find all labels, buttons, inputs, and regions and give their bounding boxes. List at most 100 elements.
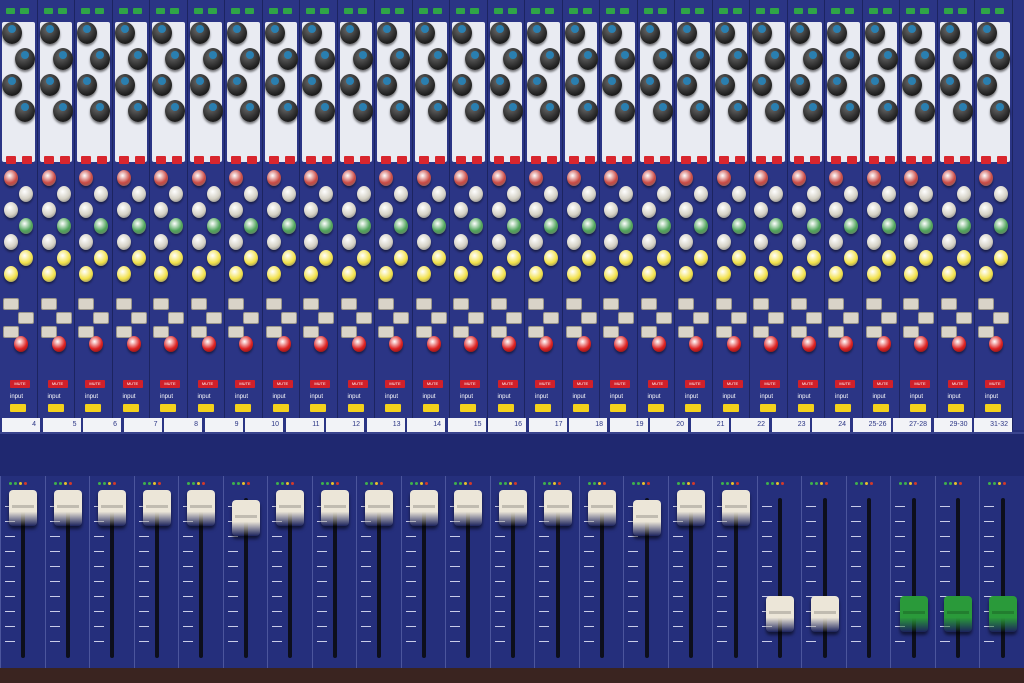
eq-knob[interactable]: [240, 100, 260, 122]
aux-knob[interactable]: [566, 202, 581, 218]
aux-knob[interactable]: [229, 170, 243, 186]
mute-button[interactable]: MUTE: [310, 380, 330, 388]
select-button[interactable]: [47, 404, 64, 412]
aux-knob[interactable]: [229, 202, 243, 218]
channel-strip[interactable]: MUTE input: [525, 0, 563, 430]
routing-switch[interactable]: [903, 298, 919, 310]
channel-strip[interactable]: MUTE input: [825, 0, 863, 430]
aux-knob[interactable]: [641, 202, 656, 218]
eq-knob[interactable]: [2, 74, 22, 96]
aux-knob[interactable]: [431, 250, 446, 266]
routing-switch[interactable]: [40, 298, 57, 310]
routing-switch[interactable]: [265, 298, 282, 310]
eq-knob[interactable]: [765, 100, 785, 122]
channel-fader[interactable]: [632, 500, 661, 536]
aux-knob[interactable]: [904, 266, 918, 282]
select-button[interactable]: [910, 404, 926, 412]
eq-knob[interactable]: [264, 74, 285, 96]
aux-knob[interactable]: [304, 202, 318, 218]
routing-switch[interactable]: [790, 298, 807, 310]
mute-button[interactable]: MUTE: [47, 380, 68, 388]
eq-knob[interactable]: [465, 100, 485, 122]
eq-knob[interactable]: [639, 74, 660, 96]
pan-knob[interactable]: [389, 336, 403, 352]
aux-knob[interactable]: [656, 250, 671, 266]
eq-knob[interactable]: [39, 22, 60, 44]
eq-knob[interactable]: [877, 100, 898, 122]
pan-knob[interactable]: [501, 336, 516, 352]
aux-knob[interactable]: [956, 218, 971, 234]
aux-knob[interactable]: [604, 202, 618, 218]
aux-knob[interactable]: [956, 186, 971, 202]
pan-knob[interactable]: [876, 336, 891, 352]
aux-knob[interactable]: [731, 218, 746, 234]
mute-button[interactable]: MUTE: [10, 380, 30, 388]
aux-knob[interactable]: [356, 250, 371, 266]
routing-switch[interactable]: [940, 326, 957, 338]
aux-knob[interactable]: [581, 250, 596, 266]
aux-knob[interactable]: [469, 250, 483, 266]
aux-knob[interactable]: [619, 250, 633, 266]
aux-knob[interactable]: [829, 234, 843, 250]
aux-knob[interactable]: [169, 250, 183, 266]
pan-knob[interactable]: [314, 336, 328, 352]
pan-knob[interactable]: [801, 336, 816, 352]
aux-knob[interactable]: [116, 202, 131, 218]
eq-knob[interactable]: [577, 100, 598, 122]
select-button[interactable]: [385, 404, 401, 412]
aux-knob[interactable]: [454, 170, 468, 186]
channel-strip[interactable]: MUTE input: [788, 0, 825, 430]
routing-switch[interactable]: [490, 326, 507, 338]
eq-knob[interactable]: [677, 22, 697, 44]
aux-knob[interactable]: [41, 266, 56, 282]
pan-knob[interactable]: [464, 336, 478, 352]
select-button[interactable]: [122, 404, 139, 412]
routing-switch[interactable]: [265, 326, 282, 338]
channel-fader[interactable]: [766, 596, 795, 632]
aux-knob[interactable]: [754, 170, 768, 186]
aux-knob[interactable]: [4, 202, 18, 218]
eq-knob[interactable]: [752, 74, 772, 96]
eq-knob[interactable]: [427, 48, 448, 70]
eq-knob[interactable]: [977, 74, 997, 96]
aux-knob[interactable]: [94, 250, 108, 266]
routing-switch[interactable]: [490, 298, 507, 310]
aux-knob[interactable]: [154, 234, 168, 250]
eq-knob[interactable]: [352, 100, 373, 122]
aux-knob[interactable]: [266, 266, 281, 282]
aux-knob[interactable]: [244, 218, 258, 234]
eq-knob[interactable]: [802, 48, 823, 70]
channel-strip[interactable]: MUTE input: [338, 0, 375, 430]
aux-knob[interactable]: [191, 170, 206, 186]
aux-knob[interactable]: [394, 218, 408, 234]
pan-knob[interactable]: [614, 336, 628, 352]
mute-button[interactable]: MUTE: [197, 380, 218, 388]
select-button[interactable]: [872, 404, 889, 412]
aux-knob[interactable]: [379, 266, 393, 282]
select-button[interactable]: [272, 404, 289, 412]
eq-knob[interactable]: [277, 100, 298, 122]
aux-knob[interactable]: [341, 202, 356, 218]
select-button[interactable]: [160, 404, 176, 412]
select-button[interactable]: [797, 404, 814, 412]
aux-knob[interactable]: [431, 186, 446, 202]
aux-knob[interactable]: [529, 234, 543, 250]
aux-knob[interactable]: [769, 250, 783, 266]
eq-knob[interactable]: [377, 22, 397, 44]
aux-knob[interactable]: [506, 250, 521, 266]
eq-knob[interactable]: [902, 22, 922, 44]
pan-knob[interactable]: [239, 336, 253, 352]
eq-knob[interactable]: [527, 22, 547, 44]
eq-knob[interactable]: [864, 74, 885, 96]
mute-button[interactable]: MUTE: [535, 380, 555, 388]
eq-knob[interactable]: [90, 48, 110, 70]
aux-knob[interactable]: [266, 234, 281, 250]
routing-switch[interactable]: [880, 312, 897, 324]
eq-knob[interactable]: [77, 22, 97, 44]
channel-fader[interactable]: [721, 490, 750, 526]
aux-knob[interactable]: [416, 170, 431, 186]
pan-knob[interactable]: [989, 336, 1003, 352]
pan-knob[interactable]: [351, 336, 366, 352]
aux-knob[interactable]: [454, 202, 468, 218]
channel-strip[interactable]: MUTE input: [863, 0, 900, 430]
